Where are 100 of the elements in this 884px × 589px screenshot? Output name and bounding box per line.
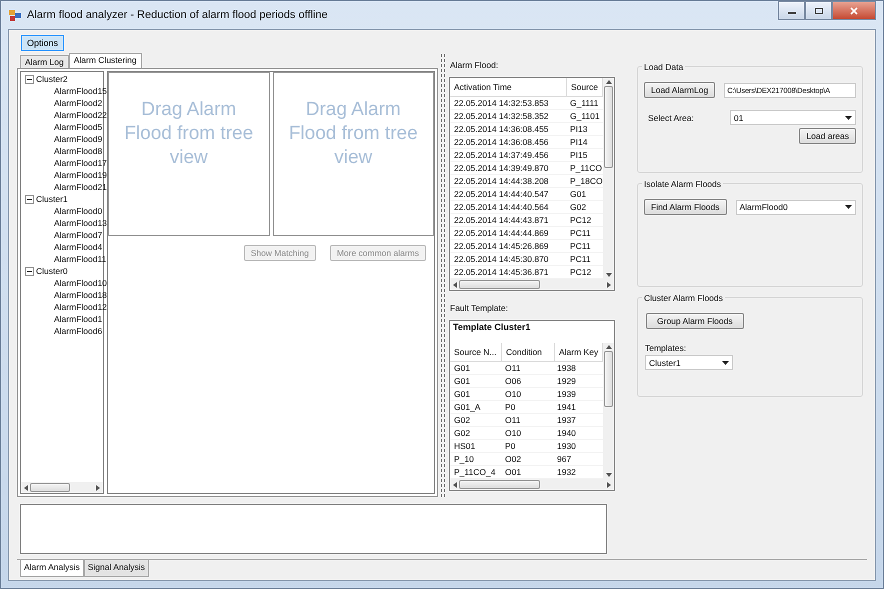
table-cell-text: P0 <box>504 440 516 452</box>
table-cell-text: 1932 <box>556 466 577 478</box>
tree-item[interactable]: AlarmFlood6 <box>54 326 102 336</box>
window-title: Alarm flood analyzer - Reduction of alarm flood periods offline <box>27 9 328 21</box>
table-cell-text: G01 <box>453 362 472 374</box>
dropdown-value: Cluster1 <box>649 358 681 368</box>
table-cell-text: 22.05.2014 14:44:38.208 <box>453 175 550 187</box>
tree-item[interactable]: AlarmFlood9 <box>54 134 102 144</box>
minimize-button[interactable] <box>778 1 805 20</box>
section-label: Fault Template: <box>449 302 509 315</box>
field-label: Select Area: <box>647 112 694 122</box>
tree-item[interactable]: Cluster0 <box>36 266 68 276</box>
table-cell-text: G02 <box>453 427 472 439</box>
group-title: Load Data <box>642 62 686 72</box>
column-header[interactable]: Source N... <box>450 343 502 361</box>
group-title: Cluster Alarm Floods <box>642 293 725 303</box>
table-cell-text: HS01 <box>453 440 476 452</box>
log-textbox[interactable] <box>20 504 607 554</box>
splitter[interactable] <box>441 54 445 497</box>
table-cell-text: P_18CO <box>569 175 603 187</box>
table-cell-text: 22.05.2014 14:45:26.869 <box>453 240 550 252</box>
tree-item[interactable]: AlarmFlood4 <box>54 242 102 252</box>
scroll-up-icon[interactable] <box>606 345 612 349</box>
scroll-down-icon[interactable] <box>606 473 612 477</box>
load-areas-button[interactable]: Load areas <box>799 128 856 144</box>
find-alarm-floods-button[interactable]: Find Alarm Floods <box>644 199 726 215</box>
table-cell-text: PI15 <box>569 149 588 161</box>
table-cell-text: PC12 <box>569 214 592 226</box>
scroll-left-icon[interactable] <box>24 484 28 490</box>
scroll-left-icon[interactable] <box>453 482 457 488</box>
scroll-right-icon[interactable] <box>607 482 611 488</box>
table-cell-text: 22.05.2014 14:32:53.853 <box>453 97 550 109</box>
tree-item[interactable]: AlarmFlood5 <box>54 122 102 132</box>
table-cell-text: PI14 <box>569 136 588 148</box>
horizontal-scrollbar[interactable] <box>21 482 103 493</box>
vertical-scrollbar[interactable] <box>603 78 614 279</box>
tab[interactable]: Alarm Clustering <box>68 53 142 68</box>
table-cell-text: PC11 <box>569 253 592 265</box>
tree-item[interactable]: Cluster1 <box>36 194 68 204</box>
area-dropdown[interactable]: 01 <box>730 110 856 125</box>
alarm-flood-dropdown[interactable]: AlarmFlood0 <box>736 200 856 214</box>
table-cell-text: PC12 <box>569 266 592 278</box>
tree-item[interactable]: AlarmFlood15 <box>54 86 107 96</box>
tree-item[interactable]: AlarmFlood0 <box>54 206 102 216</box>
collapse-icon[interactable] <box>25 194 34 204</box>
maximize-button[interactable] <box>805 1 832 20</box>
scroll-up-icon[interactable] <box>606 80 612 84</box>
dropdown-arrow-icon[interactable] <box>845 205 852 209</box>
table-cell-text: 22.05.2014 14:44:40.564 <box>453 201 550 213</box>
tree-item[interactable]: AlarmFlood19 <box>54 170 107 180</box>
close-button[interactable] <box>832 1 876 20</box>
collapse-icon[interactable] <box>25 74 34 84</box>
maximize-icon <box>814 6 824 14</box>
table-cell-text: G_1111 <box>569 97 600 109</box>
tree-item[interactable]: AlarmFlood22 <box>54 110 107 120</box>
dropdown-arrow-icon[interactable] <box>845 116 852 120</box>
tree-item[interactable]: AlarmFlood18 <box>54 290 107 300</box>
table-cell-text: G01 <box>453 388 472 400</box>
dropdown-arrow-icon[interactable] <box>722 360 729 364</box>
tree-item[interactable]: AlarmFlood12 <box>54 302 107 312</box>
horizontal-scrollbar[interactable] <box>450 279 614 290</box>
collapse-icon[interactable] <box>25 266 34 276</box>
tree-item[interactable]: AlarmFlood13 <box>54 218 107 228</box>
table-cell-text: 1940 <box>556 427 577 439</box>
table-cell-text: O10 <box>504 427 522 439</box>
load-alarmlog-button[interactable]: Load AlarmLog <box>644 82 716 98</box>
table-cell-text: PC11 <box>569 240 592 252</box>
tree-item[interactable]: AlarmFlood7 <box>54 230 102 240</box>
scroll-down-icon[interactable] <box>606 273 612 277</box>
tree-item[interactable]: AlarmFlood11 <box>54 254 106 264</box>
tree-item[interactable]: AlarmFlood1 <box>54 314 102 324</box>
tree-item[interactable]: AlarmFlood17 <box>54 158 107 168</box>
scroll-left-icon[interactable] <box>453 282 457 288</box>
scroll-right-icon[interactable] <box>607 282 611 288</box>
horizontal-scrollbar[interactable] <box>450 479 614 490</box>
table-cell-text: 22.05.2014 14:36:08.455 <box>453 123 550 135</box>
column-header[interactable]: Condition <box>502 343 555 361</box>
table-cell-text: O02 <box>504 453 522 465</box>
column-header[interactable]: Activation Time <box>450 78 567 96</box>
group-alarm-floods-button[interactable]: Group Alarm Floods <box>646 313 744 329</box>
templates-dropdown[interactable]: Cluster1 <box>645 355 733 370</box>
table-cell-text: G02 <box>569 201 588 213</box>
scroll-right-icon[interactable] <box>96 484 100 490</box>
table-cell-text: G01 <box>569 188 588 200</box>
dropdown-value: 01 <box>734 112 744 122</box>
vertical-scrollbar[interactable] <box>603 343 614 479</box>
tree-item[interactable]: AlarmFlood10 <box>54 278 107 288</box>
section-label: Alarm Flood: <box>449 59 500 72</box>
table-cell-text: 22.05.2014 14:32:58.352 <box>453 110 550 122</box>
tab[interactable]: Alarm Log <box>20 55 69 68</box>
tree-item[interactable]: AlarmFlood2 <box>54 98 102 108</box>
tab[interactable]: Alarm Analysis <box>20 560 84 577</box>
group-title: Isolate Alarm Floods <box>642 179 724 189</box>
tab[interactable]: Signal Analysis <box>84 560 149 577</box>
close-icon <box>849 6 859 14</box>
tree-item[interactable]: AlarmFlood21 <box>54 182 107 192</box>
options-button[interactable]: Options <box>21 34 64 50</box>
tree-item[interactable]: Cluster2 <box>36 74 68 84</box>
tree-item[interactable]: AlarmFlood8 <box>54 146 102 156</box>
table-cell-text: 1938 <box>556 362 577 374</box>
